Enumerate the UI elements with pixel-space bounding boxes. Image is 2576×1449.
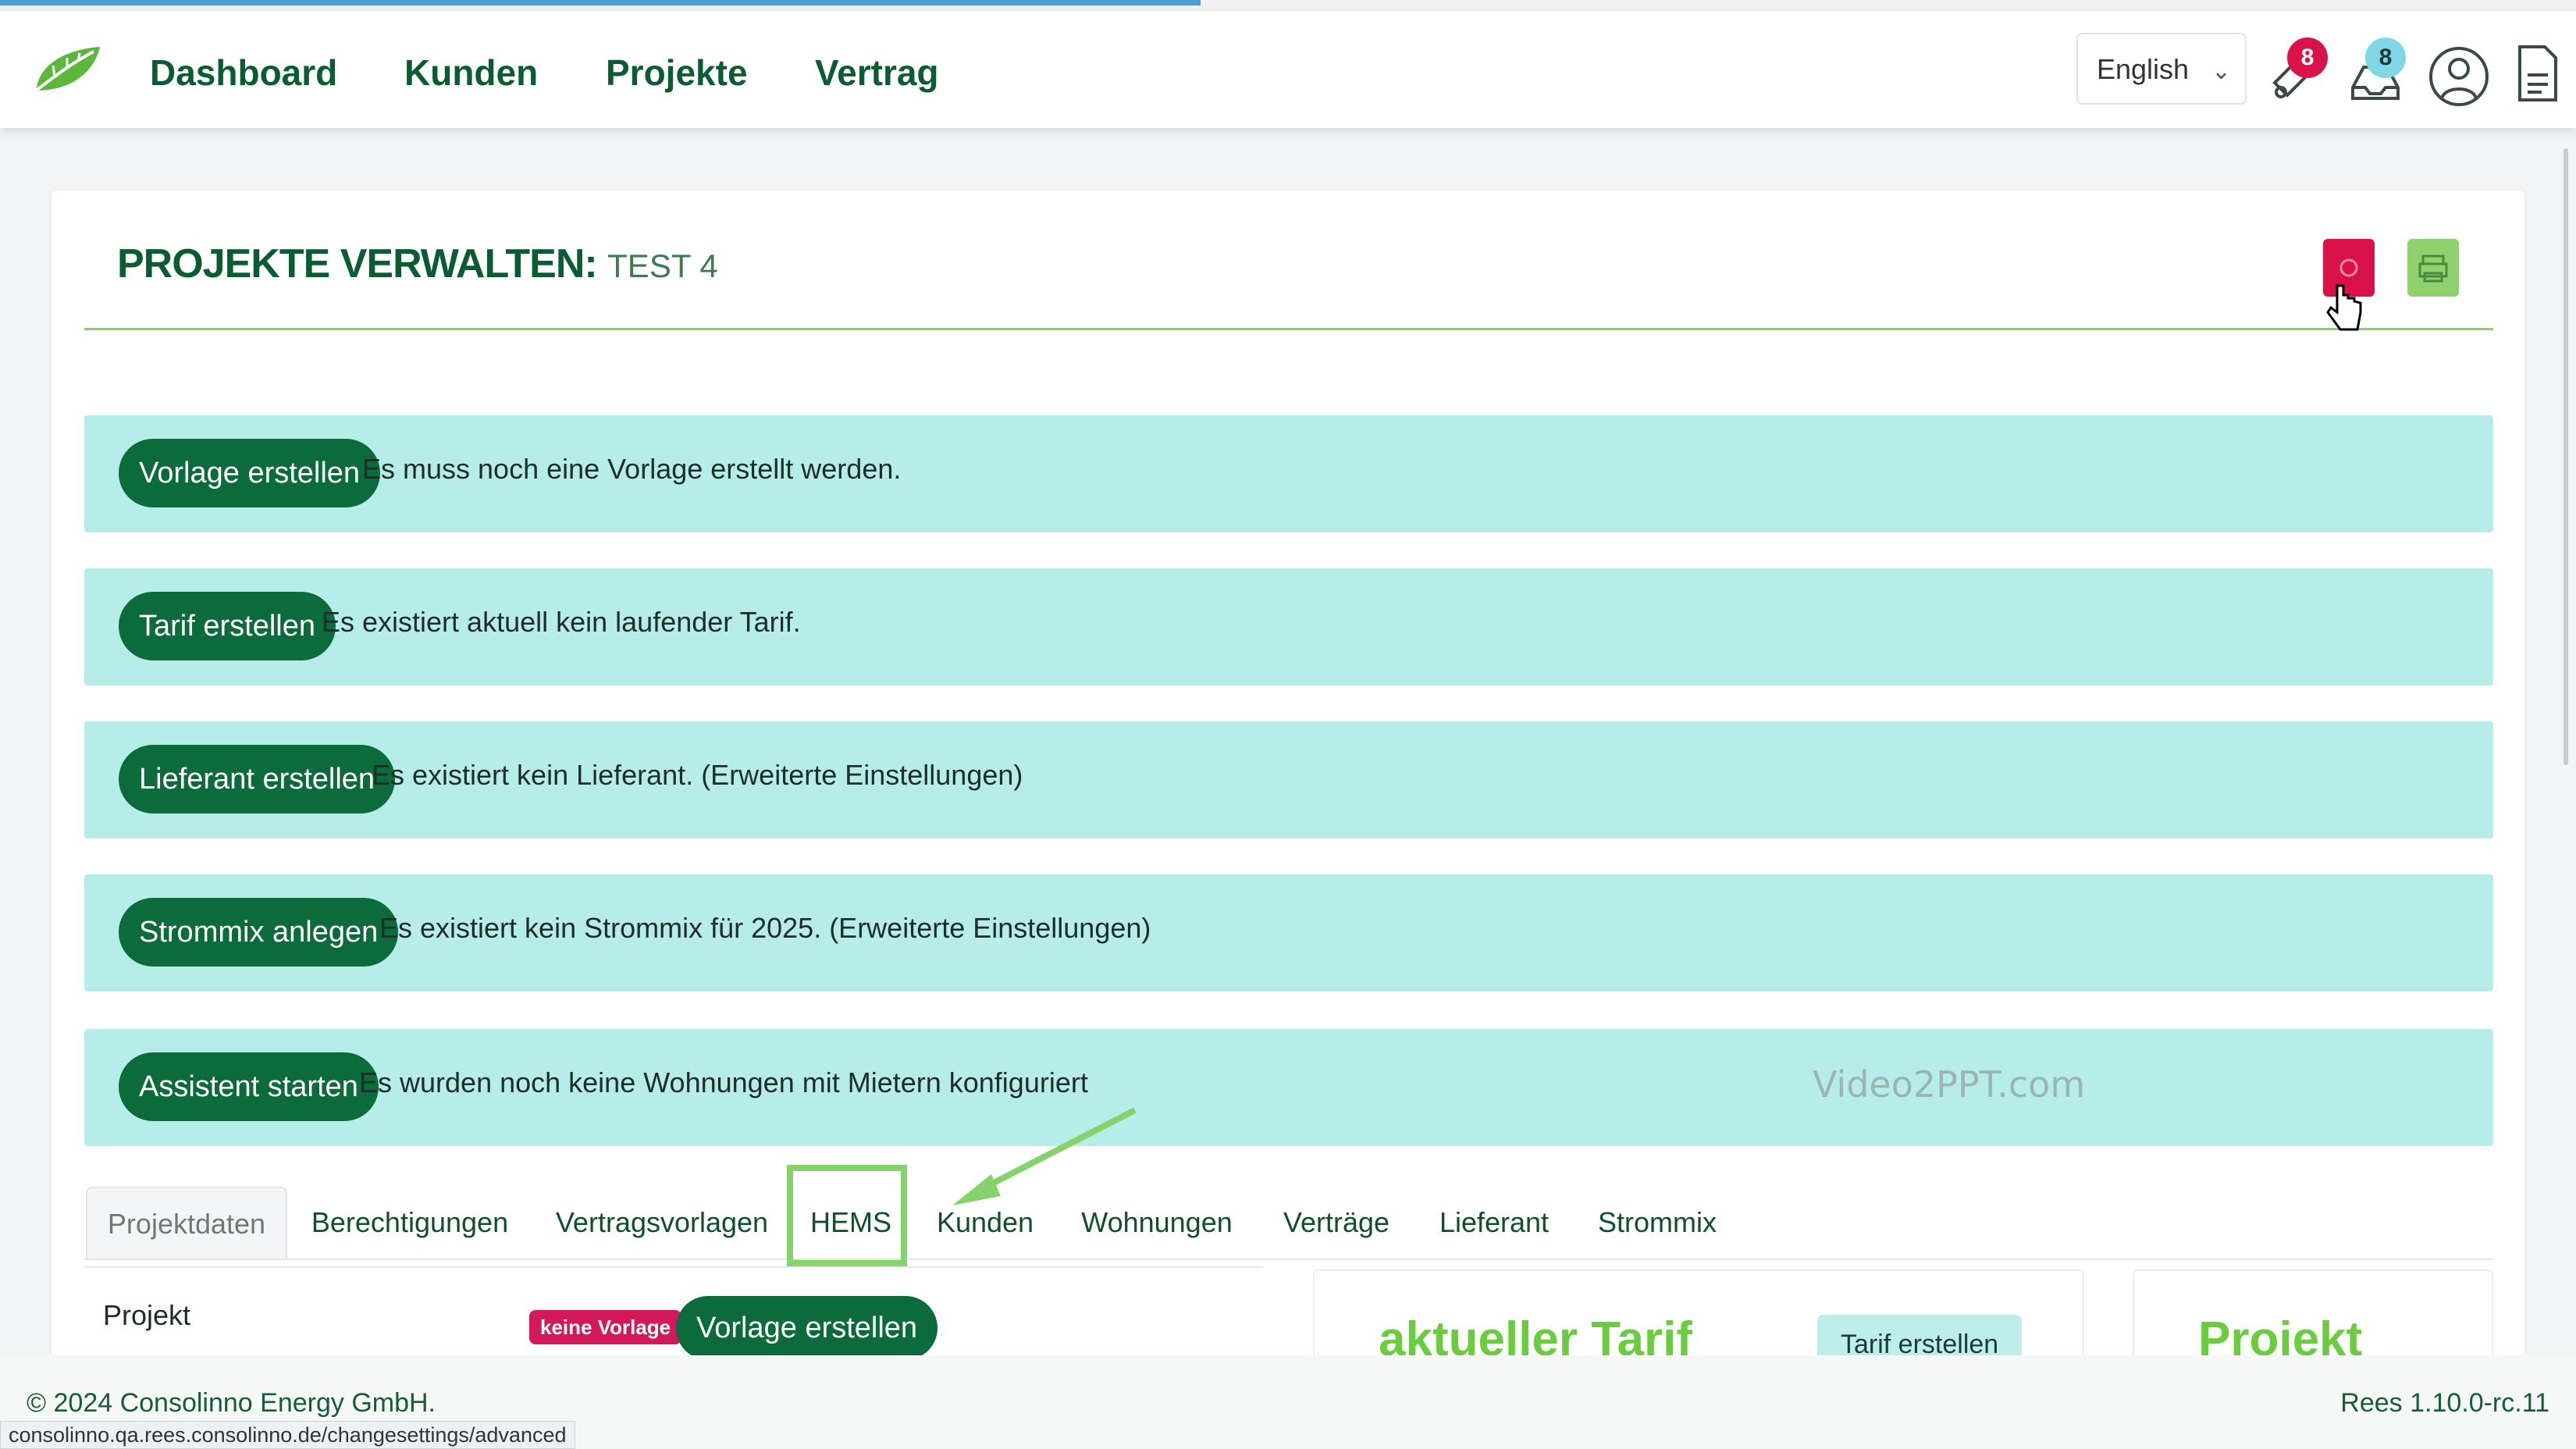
tab-berechtigungen[interactable]: Berechtigungen bbox=[300, 1187, 520, 1259]
top-navbar: Dashboard Kunden Projekte Vertrag Englis… bbox=[0, 11, 2576, 128]
user-profile-icon[interactable] bbox=[2428, 44, 2490, 109]
nav-projekte[interactable]: Projekte bbox=[606, 52, 748, 94]
loading-bar-fill bbox=[0, 0, 1201, 5]
title-divider bbox=[84, 328, 2493, 330]
projektdaten-divider bbox=[84, 1266, 1263, 1268]
document-icon[interactable] bbox=[2514, 44, 2560, 103]
nav-kunden[interactable]: Kunden bbox=[404, 52, 538, 94]
printer-icon bbox=[2418, 255, 2448, 283]
alert-tariff-text: Es existiert aktuell kein laufender Tari… bbox=[322, 606, 801, 638]
alert-assistant: Assistent starten Es wurden noch keine W… bbox=[84, 1029, 2493, 1146]
nav-vertrag[interactable]: Vertrag bbox=[815, 52, 939, 94]
tabs-divider bbox=[84, 1259, 2493, 1260]
create-tariff-button[interactable]: Tarif erstellen bbox=[119, 592, 336, 660]
chevron-down-icon: ⌄ bbox=[2211, 59, 2231, 84]
page-title: PROJEKTE VERWALTEN: TEST 4 bbox=[117, 240, 718, 287]
loading-bar bbox=[0, 0, 2576, 11]
alert-tariff: Tarif erstellen Es existiert aktuell kei… bbox=[84, 568, 2493, 685]
alert-supplier-text: Es existiert kein Lieferant. (Erweiterte… bbox=[372, 759, 1023, 791]
start-assistant-button[interactable]: Assistent starten bbox=[119, 1052, 379, 1121]
footer-copyright: © 2024 Consolinno Energy GmbH. bbox=[27, 1388, 436, 1418]
footer-version: Rees 1.10.0-rc.11 bbox=[2340, 1388, 2549, 1418]
notification-badge: 8 bbox=[2287, 37, 2328, 78]
status-bar-url: consolinno.qa.rees.consolinno.de/changes… bbox=[0, 1421, 575, 1449]
alert-strommix: Strommix anlegen Es existiert kein Strom… bbox=[84, 874, 2493, 992]
create-supplier-button[interactable]: Lieferant erstellen bbox=[119, 745, 396, 814]
language-select[interactable]: English ⌄ bbox=[2076, 33, 2247, 105]
project-label: Projekt bbox=[103, 1299, 191, 1331]
tab-vertraege[interactable]: Verträge bbox=[1268, 1187, 1405, 1259]
create-template-inline-button[interactable]: Vorlage erstellen bbox=[676, 1296, 938, 1360]
alert-template-text: Es muss noch eine Vorlage erstellt werde… bbox=[362, 453, 902, 485]
tab-vertragsvorlagen[interactable]: Vertragsvorlagen bbox=[546, 1187, 777, 1259]
messages-badge: 8 bbox=[2365, 37, 2406, 78]
create-template-button[interactable]: Vorlage erstellen bbox=[119, 439, 381, 507]
hand-cursor-icon bbox=[2326, 284, 2362, 331]
alert-assistant-text: Es wurden noch keine Wohnungen mit Miete… bbox=[359, 1066, 1088, 1098]
page-subtitle: TEST 4 bbox=[607, 247, 718, 284]
leaf-logo-icon[interactable] bbox=[31, 42, 103, 97]
nav-dashboard[interactable]: Dashboard bbox=[150, 52, 337, 94]
language-select-value: English bbox=[2097, 53, 2190, 85]
alert-template: Vorlage erstellen Es muss noch eine Vorl… bbox=[84, 415, 2493, 532]
hems-tab-highlight-box bbox=[787, 1165, 907, 1266]
alert-strommix-text: Es existiert kein Strommix für 2025. (Er… bbox=[379, 912, 1151, 944]
alert-supplier: Lieferant erstellen Es existiert kein Li… bbox=[84, 721, 2493, 838]
tab-projektdaten[interactable]: Projektdaten bbox=[86, 1187, 287, 1259]
create-strommix-button[interactable]: Strommix anlegen bbox=[119, 898, 399, 967]
watermark: Video2PPT.com bbox=[1813, 1063, 2086, 1105]
no-template-badge: keine Vorlage bbox=[529, 1310, 682, 1344]
page-title-text: PROJEKTE VERWALTEN: bbox=[117, 241, 598, 287]
scrollbar[interactable] bbox=[2564, 148, 2568, 765]
arrow-annotation-icon bbox=[952, 1107, 1137, 1205]
tab-strommix[interactable]: Strommix bbox=[1583, 1187, 1731, 1259]
tab-lieferant[interactable]: Lieferant bbox=[1432, 1187, 1557, 1259]
print-button[interactable] bbox=[2407, 239, 2459, 297]
